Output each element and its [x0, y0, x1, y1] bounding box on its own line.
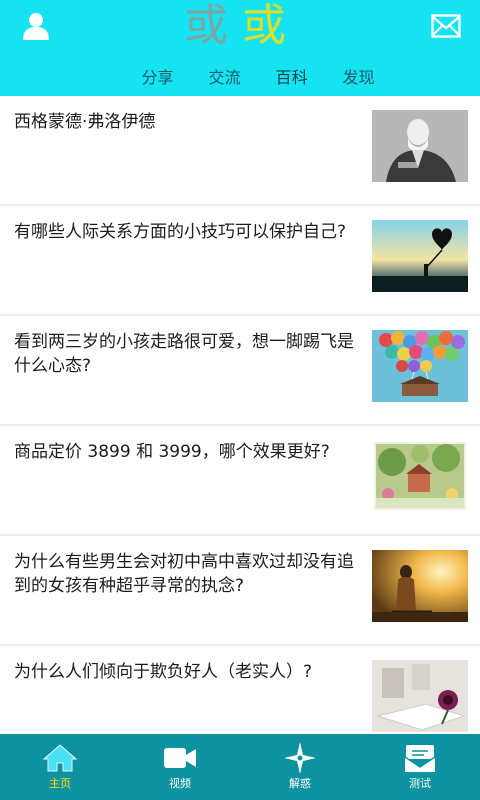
item-title: 西格蒙德·弗洛伊德	[14, 112, 156, 132]
item-title: 看到两三岁的小孩走路很可爱，想一脚踢飞是什么心态?	[14, 332, 354, 376]
tab-discover[interactable]: 发现	[325, 64, 392, 92]
portrait-photo	[372, 110, 468, 182]
item-title: 为什么有些男生会对初中高中喜欢过却没有追到的女孩有种超乎寻常的执念?	[14, 552, 354, 596]
video-camera-icon	[162, 742, 198, 774]
list-item[interactable]: 有哪些人际关系方面的小技巧可以保护自己?	[0, 206, 480, 314]
list-item[interactable]: 为什么有些男生会对初中高中喜欢过却没有追到的女孩有种超乎寻常的执念?	[0, 536, 480, 644]
bottom-nav: 主页 视频 解惑 测试	[0, 734, 480, 800]
compass-star-icon	[283, 742, 317, 774]
nav-test[interactable]: 测试	[360, 734, 480, 800]
garden-scene-photo	[372, 440, 468, 512]
flower-book-photo	[372, 660, 468, 732]
top-header: 或 或 分享 交流 百科 发现	[0, 0, 480, 96]
mail-icon[interactable]	[430, 10, 462, 42]
nav-answers[interactable]: 解惑	[240, 734, 360, 800]
list-item[interactable]: 为什么人们倾向于欺负好人（老实人）?	[0, 646, 480, 734]
app-logo: 或 或	[184, 0, 298, 52]
tab-share[interactable]: 分享	[124, 64, 191, 92]
item-title: 商品定价 3899 和 3999，哪个效果更好?	[14, 442, 330, 462]
category-tabs: 分享 交流 百科 发现	[124, 64, 392, 92]
list-item[interactable]: 西格蒙德·弗洛伊德	[0, 96, 480, 204]
tab-encyclopedia[interactable]: 百科	[258, 64, 325, 92]
nav-label-video: 视频	[169, 777, 191, 790]
logo-char-right: 或	[242, 0, 286, 51]
sunset-heart-photo	[372, 220, 468, 292]
list-item[interactable]: 看到两三岁的小孩走路很可爱，想一脚踢飞是什么心态?	[0, 316, 480, 424]
item-title: 为什么人们倾向于欺负好人（老实人）?	[14, 662, 313, 682]
item-title: 有哪些人际关系方面的小技巧可以保护自己?	[14, 222, 347, 242]
nav-label-test: 测试	[409, 777, 431, 790]
balloons-photo	[372, 330, 468, 402]
nav-label-home: 主页	[49, 777, 71, 790]
golden-light-photo	[372, 550, 468, 622]
test-envelope-icon	[403, 742, 437, 774]
tab-exchange[interactable]: 交流	[191, 64, 258, 92]
nav-video[interactable]: 视频	[120, 734, 240, 800]
home-icon	[42, 742, 78, 774]
article-feed: 西格蒙德·弗洛伊德 有哪些人际关系方面的小技巧可以保护自己? 看到两三岁的小孩走…	[0, 96, 480, 734]
list-item[interactable]: 商品定价 3899 和 3999，哪个效果更好?	[0, 426, 480, 534]
nav-label-answers: 解惑	[289, 777, 311, 790]
logo-char-left: 或	[184, 0, 228, 51]
user-icon[interactable]	[18, 8, 54, 44]
nav-home[interactable]: 主页	[0, 734, 120, 800]
